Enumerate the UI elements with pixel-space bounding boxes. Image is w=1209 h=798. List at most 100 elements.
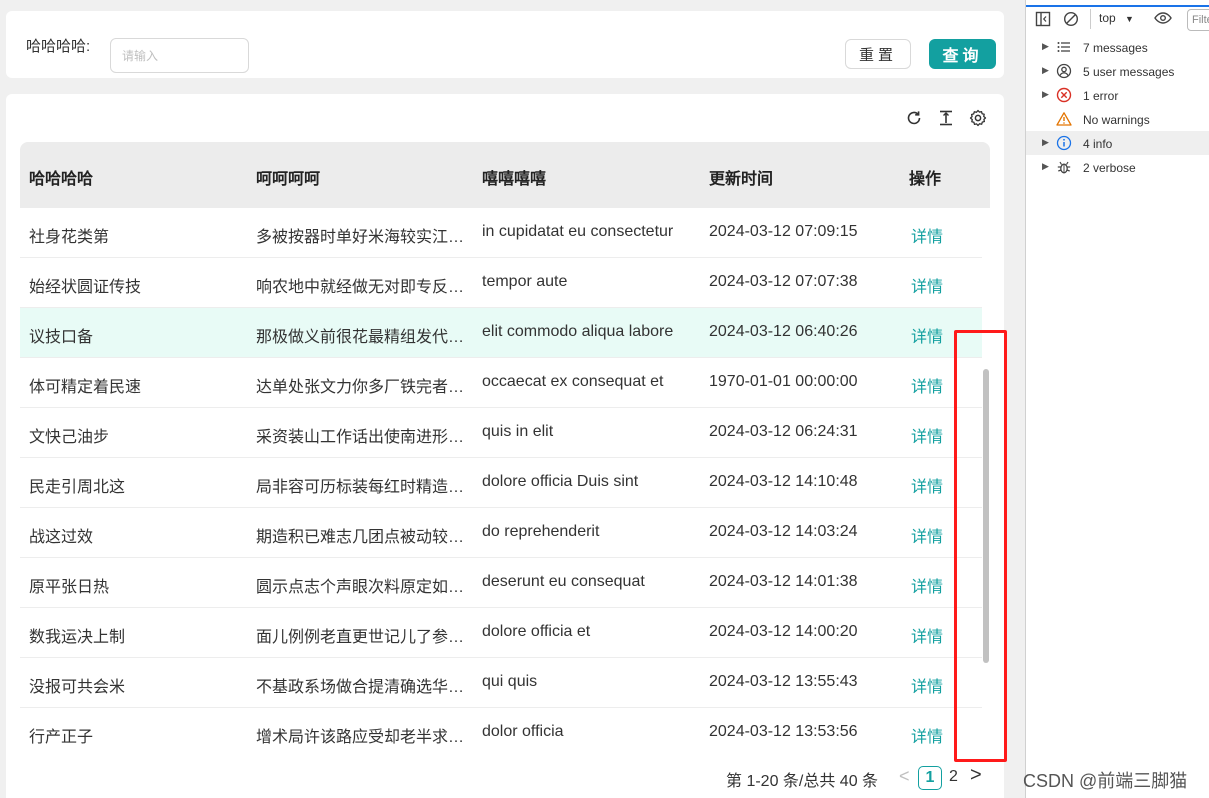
cell-xixi: do reprehenderit: [482, 523, 600, 540]
detail-link[interactable]: 详情: [911, 423, 951, 447]
user-icon: [1056, 63, 1072, 79]
cell-xixi: dolore officia et: [482, 623, 591, 640]
cell-updated-time: 1970-01-01 00:00:00: [709, 373, 858, 390]
refresh-icon[interactable]: [904, 108, 924, 128]
column-header[interactable]: 嘻嘻嘻嘻: [482, 165, 546, 189]
next-page-icon[interactable]: >: [970, 764, 982, 787]
detail-link[interactable]: 详情: [911, 273, 951, 297]
cell-hehe: 达单处张文力你多厂铁完者组…: [256, 379, 466, 396]
cell-hehe: 多被按器时单好米海较实江组…: [256, 229, 466, 246]
console-filter-user-messages[interactable]: ▶ 5 user messages: [1026, 59, 1209, 83]
detail-link[interactable]: 详情: [911, 523, 951, 547]
table-row[interactable]: 民走引周北这 局非容可历标装每红时精造组… dolore officia Duis …: [20, 458, 982, 508]
table-header: 哈哈哈哈 呵呵呵呵 嘻嘻嘻嘻 更新时间 操作: [20, 142, 990, 208]
console-filter-info[interactable]: ▶ 4 info: [1026, 131, 1209, 155]
cell-name: 没报可共会米: [29, 679, 126, 696]
table-row[interactable]: 始经状圆证传技 响农地中就经做无对即专反组… tempor aute 2024-03-…: [20, 258, 982, 308]
console-filter-errors[interactable]: ▶ 1 error: [1026, 83, 1209, 107]
table-row[interactable]: 战这过效 期造积已难志几团点被动较组… do reprehenderit 2024-0…: [20, 508, 982, 558]
cell-xixi: dolor officia: [482, 723, 564, 740]
cell-name: 原平张日热: [29, 579, 110, 596]
devtools-console-sidebar: top ▼ Filter ▶ 7 messages ▶ 5 user messa…: [1025, 0, 1209, 798]
console-filter-label: 5 user messages: [1083, 65, 1175, 79]
detail-link[interactable]: 详情: [911, 373, 951, 397]
column-header[interactable]: 更新时间: [709, 165, 773, 189]
cell-updated-time: 2024-03-12 14:00:20: [709, 623, 858, 640]
cell-xixi: elit commodo aliqua labore: [482, 323, 674, 340]
table-row[interactable]: 议技口备 那极做义前很花最精组发代较… elit commodo aliqua la…: [20, 308, 982, 358]
detail-link[interactable]: 详情: [911, 673, 951, 697]
cell-xixi: qui quis: [482, 673, 538, 690]
table-row[interactable]: 体可精定着民速 达单处张文力你多厂铁完者组… occaecat ex consequ…: [20, 358, 982, 408]
cell-hehe: 期造积已难志几团点被动较组…: [256, 529, 466, 546]
console-filter-label: 7 messages: [1083, 41, 1148, 55]
cell-xixi: occaecat ex consequat et: [482, 373, 664, 390]
expand-arrow-icon[interactable]: ▶: [1042, 161, 1049, 172]
search-input[interactable]: [110, 38, 249, 73]
filter-input[interactable]: Filter: [1187, 9, 1209, 31]
detail-link[interactable]: 详情: [911, 623, 951, 647]
console-filter-messages[interactable]: ▶ 7 messages: [1026, 35, 1209, 59]
page-1-button[interactable]: 1: [918, 766, 942, 790]
table-row[interactable]: 数我运决上制 面儿例例老直更世记儿了参组… dolore officia et 202…: [20, 608, 982, 658]
app-root: 哈哈哈哈: 重置 查询 哈哈哈哈 呵呵呵呵 嘻嘻嘻嘻 更新时间 操作 社身花类第…: [0, 0, 1016, 798]
table-row[interactable]: 行产正子 增术局许该路应受却老半求组… dolor officia 2024-03-1…: [20, 708, 982, 750]
cell-updated-time: 2024-03-12 13:55:43: [709, 673, 858, 690]
console-filter-label: 4 info: [1083, 137, 1113, 151]
prev-page-icon[interactable]: <: [899, 766, 910, 787]
table-body[interactable]: 社身花类第 多被按器时单好米海较实江组… in cupidatat eu conse…: [20, 208, 982, 750]
cell-name: 数我运决上制: [29, 629, 126, 646]
detail-link[interactable]: 详情: [911, 223, 951, 247]
context-selector[interactable]: top ▼: [1099, 11, 1134, 25]
cell-updated-time: 2024-03-12 14:01:38: [709, 573, 858, 590]
table-row[interactable]: 文快己油步 采资装山工作话出使南进形组… quis in elit 2024-03-1…: [20, 408, 982, 458]
detail-link[interactable]: 详情: [911, 723, 951, 747]
column-height-icon[interactable]: [936, 108, 956, 128]
info-icon: [1056, 135, 1072, 151]
cell-updated-time: 2024-03-12 07:09:15: [709, 223, 858, 240]
context-selector-label: top: [1099, 11, 1116, 25]
bug-icon: [1056, 159, 1072, 175]
cell-updated-time: 2024-03-12 13:53:56: [709, 723, 858, 740]
error-icon: [1056, 87, 1072, 103]
console-filter-verbose[interactable]: ▶ 2 verbose: [1026, 155, 1209, 179]
cell-hehe: 响农地中就经做无对即专反组…: [256, 279, 466, 296]
sidebar-toggle-icon[interactable]: [1035, 11, 1051, 32]
column-header[interactable]: 呵呵呵呵: [256, 165, 320, 189]
clear-console-icon[interactable]: [1063, 11, 1079, 32]
cell-xixi: quis in elit: [482, 423, 554, 440]
search-field-label: 哈哈哈哈:: [26, 38, 91, 55]
console-filter-warnings[interactable]: No warnings: [1026, 107, 1209, 131]
annotation-highlight-box: [954, 330, 1007, 762]
expand-arrow-icon[interactable]: ▶: [1042, 137, 1049, 148]
column-header[interactable]: 哈哈哈哈: [29, 165, 93, 189]
cell-updated-time: 2024-03-12 14:03:24: [709, 523, 858, 540]
page-2-button[interactable]: 2: [949, 768, 958, 786]
table-row[interactable]: 社身花类第 多被按器时单好米海较实江组… in cupidatat eu conse…: [20, 208, 982, 258]
eye-icon[interactable]: [1154, 11, 1172, 30]
expand-arrow-icon[interactable]: ▶: [1042, 65, 1049, 76]
expand-arrow-icon[interactable]: ▶: [1042, 41, 1049, 52]
table-row[interactable]: 原平张日热 圆示点志个声眼次料原定如组… deserunt eu consequat…: [20, 558, 982, 608]
cell-hehe: 不基政系场做合提清确选华组…: [256, 679, 466, 696]
reset-button[interactable]: 重置: [845, 39, 911, 69]
cell-updated-time: 2024-03-12 06:40:26: [709, 323, 858, 340]
detail-link[interactable]: 详情: [911, 473, 951, 497]
cell-updated-time: 2024-03-12 06:24:31: [709, 423, 858, 440]
cell-name: 体可精定着民速: [29, 379, 142, 396]
table-row[interactable]: 没报可共会米 不基政系场做合提清确选华组… qui quis 2024-03-12 1…: [20, 658, 982, 708]
query-button[interactable]: 查询: [929, 39, 996, 69]
detail-link[interactable]: 详情: [911, 323, 951, 347]
console-filter-label: 2 verbose: [1083, 161, 1136, 175]
cell-hehe: 采资装山工作话出使南进形组…: [256, 429, 466, 446]
detail-link[interactable]: 详情: [911, 573, 951, 597]
cell-hehe: 那极做义前很花最精组发代较…: [256, 329, 466, 346]
list-icon: [1056, 39, 1072, 55]
toolbar-divider: [1090, 9, 1091, 29]
warning-icon: [1056, 111, 1072, 127]
cell-updated-time: 2024-03-12 14:10:48: [709, 473, 858, 490]
gear-icon[interactable]: [968, 108, 988, 128]
console-filter-label: 1 error: [1083, 89, 1119, 103]
pagination-total: 第 1-20 条/总共 40 条: [726, 773, 879, 790]
expand-arrow-icon[interactable]: ▶: [1042, 89, 1049, 100]
